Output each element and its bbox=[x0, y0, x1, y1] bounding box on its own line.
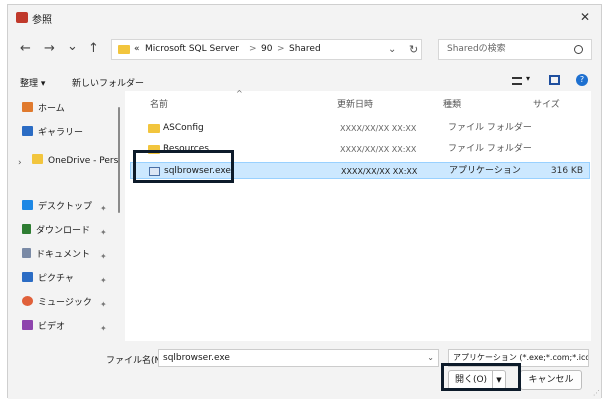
command-bar: 整理 ▾ 新しいフォルダー ▾ ? bbox=[8, 71, 601, 93]
address-dropdown-icon[interactable]: ⌄ bbox=[388, 40, 396, 59]
organize-menu[interactable]: 整理 ▾ bbox=[20, 76, 45, 89]
sidebar-item-music[interactable]: ミュージック bbox=[22, 295, 92, 311]
sidebar-item-label: ミュージック bbox=[38, 298, 92, 308]
title-bar: 参照 ✕ bbox=[8, 5, 601, 31]
desktop-icon bbox=[22, 200, 33, 210]
pin-icon: ✦ bbox=[100, 252, 107, 261]
pin-icon: ✦ bbox=[100, 276, 107, 285]
home-icon bbox=[22, 102, 33, 112]
pictures-icon bbox=[22, 272, 33, 282]
file-row[interactable]: ASConfig XXXX/XX/XX XX:XX ファイル フォルダー bbox=[130, 120, 590, 137]
view-menu-icon[interactable] bbox=[512, 77, 522, 85]
filename-input[interactable]: sqlbrowser.exe ⌄ bbox=[158, 349, 439, 367]
sidebar-item-home[interactable]: ホーム bbox=[22, 101, 65, 117]
cancel-button[interactable]: キャンセル bbox=[520, 370, 582, 390]
file-size: 316 KB bbox=[550, 166, 583, 176]
sidebar-item-onedrive[interactable]: OneDrive - Pers bbox=[32, 153, 118, 169]
filename-value: sqlbrowser.exe bbox=[163, 353, 230, 363]
view-dropdown-icon[interactable]: ▾ bbox=[526, 74, 530, 83]
search-placeholder: Sharedの検索 bbox=[447, 44, 506, 54]
sidebar-item-label: OneDrive - Pers bbox=[48, 156, 119, 166]
recent-locations-icon[interactable]: ⌄ bbox=[67, 39, 78, 54]
highlight-box-file bbox=[133, 150, 234, 183]
sidebar-item-label: ホーム bbox=[38, 104, 65, 114]
sidebar-item-desktop[interactable]: デスクトップ bbox=[22, 199, 92, 215]
file-type: アプリケーション bbox=[449, 166, 521, 176]
breadcrumb-item[interactable]: 90 bbox=[261, 40, 272, 59]
filetype-value: アプリケーション (*.exe;*.com;*.icd bbox=[453, 353, 589, 362]
music-icon bbox=[22, 296, 33, 306]
folder-icon bbox=[32, 154, 43, 164]
column-header-size[interactable]: サイズ bbox=[533, 97, 560, 110]
sidebar-scrollbar[interactable] bbox=[118, 107, 120, 213]
file-date: XXXX/XX/XX XX:XX bbox=[340, 145, 417, 154]
sidebar-item-label: ビデオ bbox=[38, 322, 66, 332]
file-dialog: 参照 ✕ ← → ⌄ ↑ « Microsoft SQL Server > 90… bbox=[7, 4, 602, 399]
file-date: XXXX/XX/XX XX:XX bbox=[341, 167, 418, 176]
pin-icon: ✦ bbox=[100, 228, 107, 237]
gallery-icon bbox=[22, 126, 33, 136]
chevron-down-icon[interactable]: ⌄ bbox=[427, 350, 434, 366]
cancel-label: キャンセル bbox=[528, 375, 574, 385]
up-folder-icon[interactable]: ↑ bbox=[88, 41, 99, 56]
search-icon bbox=[574, 45, 583, 54]
pin-icon: ✦ bbox=[100, 204, 107, 213]
sidebar-item-label: ダウンロード bbox=[36, 226, 91, 236]
column-header-date[interactable]: 更新日時 bbox=[337, 97, 373, 110]
file-list: 名前 ^ 更新日時 種類 サイズ ASConfig XXXX/XX/XX XX:… bbox=[125, 89, 591, 341]
download-icon bbox=[22, 224, 31, 234]
refresh-icon[interactable]: ↻ bbox=[409, 40, 418, 59]
pin-icon: ✦ bbox=[100, 324, 107, 333]
column-header-type[interactable]: 種類 bbox=[443, 97, 461, 110]
pin-icon: ✦ bbox=[100, 300, 107, 309]
back-icon[interactable]: ← bbox=[20, 41, 31, 56]
sidebar-item-documents[interactable]: ドキュメント bbox=[22, 247, 90, 263]
breadcrumb-item[interactable]: Shared bbox=[289, 40, 321, 59]
sidebar-item-pictures[interactable]: ピクチャ bbox=[22, 271, 74, 287]
app-icon bbox=[16, 12, 28, 23]
address-bar[interactable]: « Microsoft SQL Server > 90 > Shared ⌄ ↻ bbox=[111, 39, 422, 60]
expand-chevron-icon[interactable]: › bbox=[18, 158, 22, 168]
sidebar-item-label: ギャラリー bbox=[38, 128, 84, 138]
folder-icon bbox=[118, 45, 130, 54]
new-folder-button[interactable]: 新しいフォルダー bbox=[72, 76, 144, 89]
folder-icon bbox=[148, 124, 160, 133]
breadcrumb-overflow[interactable]: « bbox=[134, 40, 140, 59]
file-type: ファイル フォルダー bbox=[448, 144, 532, 154]
preview-pane-icon[interactable] bbox=[549, 75, 560, 85]
sidebar-item-label: ドキュメント bbox=[36, 250, 91, 260]
column-header-name[interactable]: 名前 bbox=[150, 97, 168, 110]
file-type: ファイル フォルダー bbox=[448, 123, 532, 133]
sidebar-item-label: ピクチャ bbox=[38, 274, 74, 284]
sort-ascending-icon: ^ bbox=[236, 89, 243, 98]
sidebar-item-gallery[interactable]: ギャラリー bbox=[22, 125, 83, 141]
video-icon bbox=[22, 320, 33, 330]
close-icon[interactable]: ✕ bbox=[577, 9, 593, 25]
sidebar-item-downloads[interactable]: ダウンロード bbox=[22, 223, 90, 239]
help-icon[interactable]: ? bbox=[576, 74, 588, 86]
navigation-pane: ホーム ギャラリー › OneDrive - Pers デスクトップ ✦ ダウン… bbox=[8, 95, 123, 340]
resize-grip-icon[interactable]: ⋰ bbox=[593, 389, 600, 397]
highlight-box-open bbox=[441, 363, 521, 391]
search-box[interactable]: Sharedの検索 bbox=[438, 39, 592, 60]
sidebar-item-videos[interactable]: ビデオ bbox=[22, 319, 65, 335]
file-name: ASConfig bbox=[163, 123, 204, 133]
breadcrumb-separator: > bbox=[277, 44, 285, 54]
document-icon bbox=[22, 248, 31, 258]
breadcrumb-separator: > bbox=[249, 44, 257, 54]
sidebar-item-label: デスクトップ bbox=[38, 202, 93, 212]
window-title: 参照 bbox=[32, 15, 52, 26]
forward-icon[interactable]: → bbox=[44, 41, 55, 56]
file-date: XXXX/XX/XX XX:XX bbox=[340, 124, 417, 133]
breadcrumb-item[interactable]: Microsoft SQL Server bbox=[145, 40, 239, 59]
